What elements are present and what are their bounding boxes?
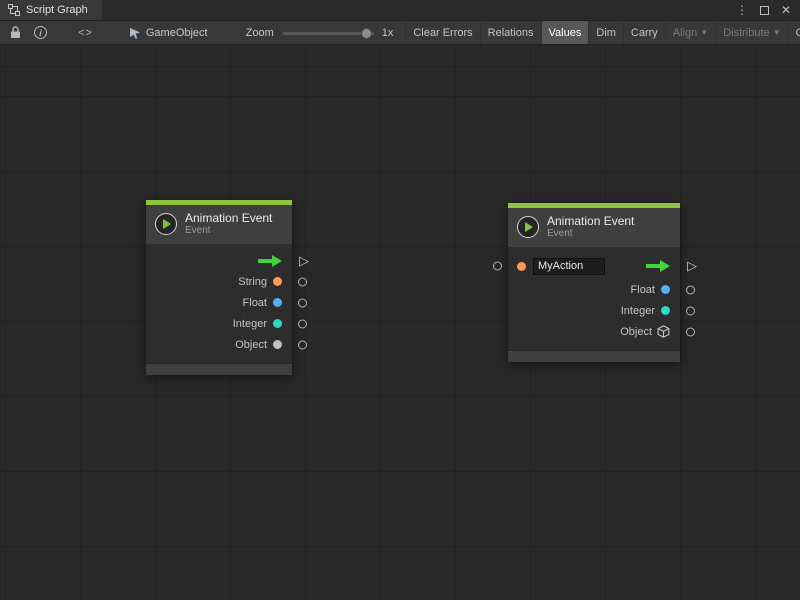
relations-button[interactable]: Relations bbox=[480, 21, 541, 44]
overview-label: Overview bbox=[796, 27, 800, 39]
gameobject-icon bbox=[129, 27, 141, 39]
distribute-label: Distribute bbox=[723, 27, 769, 39]
node-title: Animation Event bbox=[547, 214, 634, 228]
zoom-slider[interactable] bbox=[282, 27, 374, 39]
node-body: ▷ String Float Integer bbox=[146, 244, 292, 363]
port-label: Object bbox=[235, 339, 267, 351]
carry-label: Carry bbox=[631, 27, 658, 39]
zoom-control: Zoom 1x bbox=[246, 21, 394, 44]
zoom-slider-knob[interactable] bbox=[361, 28, 372, 39]
dim-label: Dim bbox=[596, 27, 616, 39]
flow-arrow-icon bbox=[258, 255, 282, 267]
control-output-row: ▷ bbox=[146, 250, 292, 271]
control-input-port[interactable] bbox=[493, 262, 502, 271]
object-type-icon bbox=[273, 340, 282, 349]
script-graph-window: Script Graph ⋮ ✕ i <> Gam bbox=[0, 0, 800, 600]
values-button[interactable]: Values bbox=[541, 21, 589, 44]
float-output-port[interactable] bbox=[686, 285, 695, 294]
action-input-row: ▷ bbox=[508, 253, 680, 279]
chevron-down-icon: ▼ bbox=[773, 29, 781, 37]
zoom-label: Zoom bbox=[246, 27, 274, 39]
tab-title: Script Graph bbox=[26, 4, 88, 16]
align-label: Align bbox=[673, 27, 697, 39]
maximize-icon[interactable] bbox=[760, 6, 769, 15]
port-label: Float bbox=[243, 297, 267, 309]
tab-script-graph[interactable]: Script Graph bbox=[0, 0, 102, 20]
output-row-string: String bbox=[146, 271, 292, 292]
overview-button[interactable]: Overview bbox=[788, 21, 800, 44]
string-output-port[interactable] bbox=[298, 277, 307, 286]
integer-type-icon bbox=[661, 306, 670, 315]
gameobject-label: GameObject bbox=[146, 27, 208, 39]
toolbar-left-icons: i <> bbox=[0, 21, 103, 44]
graph-toolbar: i <> GameObject Zoom 1x Clear Errors Rel… bbox=[0, 21, 800, 45]
align-button[interactable]: Align ▼ bbox=[665, 21, 715, 44]
integer-output-port[interactable] bbox=[298, 319, 307, 328]
node-subtitle: Event bbox=[547, 228, 634, 240]
action-name-input[interactable] bbox=[533, 258, 605, 275]
node-footer bbox=[146, 363, 292, 375]
node-subtitle: Event bbox=[185, 225, 272, 237]
node-body: ▷ Float Integer Object bbox=[508, 247, 680, 350]
animation-event-node-left[interactable]: Animation Event Event ▷ String bbox=[146, 200, 292, 375]
distribute-button[interactable]: Distribute ▼ bbox=[715, 21, 787, 44]
tab-bar: Script Graph ⋮ ✕ bbox=[0, 0, 800, 21]
node-header[interactable]: Animation Event Event bbox=[508, 208, 680, 247]
control-output-port[interactable]: ▷ bbox=[687, 260, 697, 273]
close-icon[interactable]: ✕ bbox=[781, 4, 791, 16]
string-type-icon bbox=[517, 262, 526, 271]
event-play-icon bbox=[517, 216, 539, 238]
clear-errors-label: Clear Errors bbox=[413, 27, 472, 39]
zoom-slider-track bbox=[282, 32, 374, 35]
output-row-object: Object bbox=[146, 334, 292, 355]
code-icon[interactable]: <> bbox=[78, 27, 93, 39]
info-icon[interactable]: i bbox=[34, 26, 47, 39]
zoom-value: 1x bbox=[382, 27, 394, 39]
cube-icon bbox=[657, 325, 670, 338]
object-output-port[interactable] bbox=[298, 340, 307, 349]
string-type-icon bbox=[273, 277, 282, 286]
graph-canvas[interactable]: Animation Event Event ▷ String bbox=[0, 45, 800, 600]
output-row-float: Float bbox=[146, 292, 292, 313]
port-label: Integer bbox=[621, 305, 655, 317]
port-label: String bbox=[238, 276, 267, 288]
flow-arrow-icon bbox=[646, 260, 670, 272]
integer-type-icon bbox=[273, 319, 282, 328]
node-footer bbox=[508, 350, 680, 362]
dim-button[interactable]: Dim bbox=[588, 21, 623, 44]
port-label: Float bbox=[631, 284, 655, 296]
float-type-icon bbox=[273, 298, 282, 307]
object-output-port[interactable] bbox=[686, 327, 695, 336]
chevron-down-icon: ▼ bbox=[700, 29, 708, 37]
output-row-integer: Integer bbox=[508, 300, 680, 321]
event-play-icon bbox=[155, 213, 177, 235]
node-title: Animation Event bbox=[185, 211, 272, 225]
animation-event-node-right[interactable]: Animation Event Event ▷ Float bbox=[508, 203, 680, 362]
float-type-icon bbox=[661, 285, 670, 294]
port-label: Integer bbox=[233, 318, 267, 330]
graph-icon bbox=[8, 4, 20, 16]
output-row-object: Object bbox=[508, 321, 680, 342]
node-header[interactable]: Animation Event Event bbox=[146, 205, 292, 244]
output-row-integer: Integer bbox=[146, 313, 292, 334]
float-output-port[interactable] bbox=[298, 298, 307, 307]
relations-label: Relations bbox=[488, 27, 534, 39]
control-output-port[interactable]: ▷ bbox=[299, 254, 309, 267]
carry-button[interactable]: Carry bbox=[623, 21, 665, 44]
kebab-menu-icon[interactable]: ⋮ bbox=[736, 4, 748, 16]
lock-icon[interactable] bbox=[10, 26, 21, 39]
gameobject-context[interactable]: GameObject bbox=[129, 21, 208, 44]
integer-output-port[interactable] bbox=[686, 306, 695, 315]
output-row-float: Float bbox=[508, 279, 680, 300]
port-label: Object bbox=[620, 326, 652, 338]
clear-errors-button[interactable]: Clear Errors bbox=[405, 21, 479, 44]
window-controls: ⋮ ✕ bbox=[736, 0, 800, 20]
values-label: Values bbox=[549, 27, 582, 39]
